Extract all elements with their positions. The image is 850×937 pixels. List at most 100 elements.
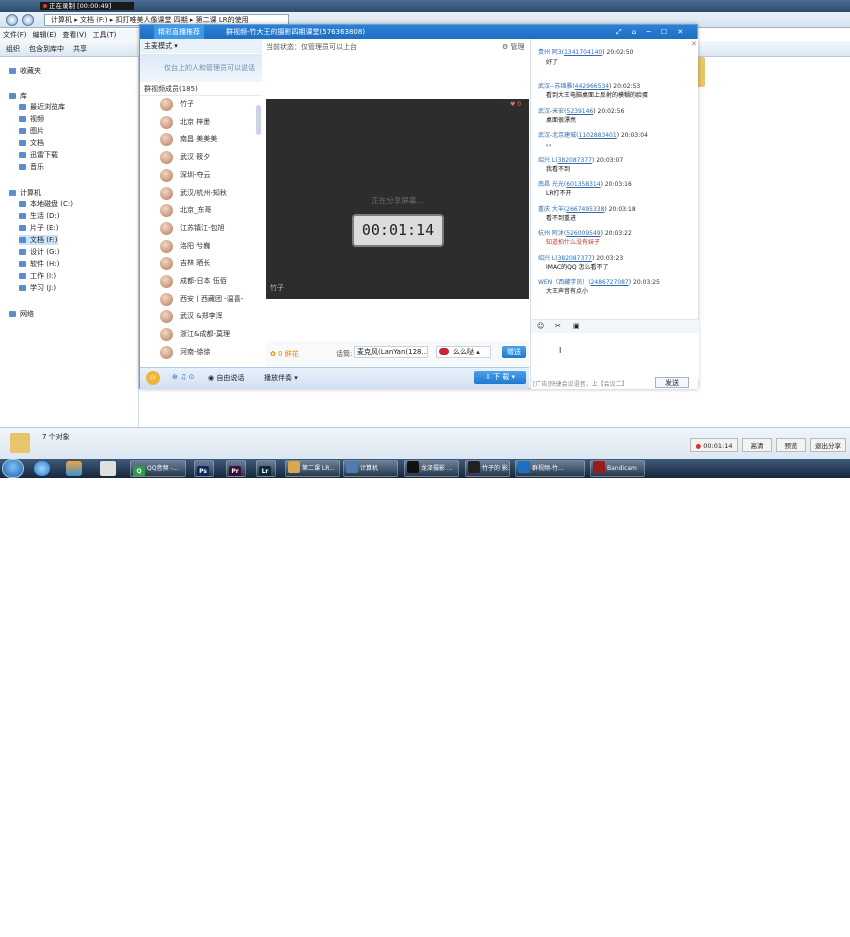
download-button[interactable]: ⇩ 下 载 ▾ xyxy=(474,371,526,384)
app-icon[interactable] xyxy=(66,461,82,476)
menu-file[interactable]: 文件(F) xyxy=(3,31,27,39)
scissors-icon[interactable]: ✂ xyxy=(555,322,561,330)
nav-item[interactable]: 本地磁盘 (C:) xyxy=(19,199,73,209)
member-item[interactable]: 武汉 筱夕 xyxy=(160,149,256,166)
nav-item[interactable]: 文档 xyxy=(19,138,44,148)
organize-button[interactable]: 组织 xyxy=(6,45,20,53)
chat-sender[interactable]: 武汉-米安(5239146) 20:02:56 xyxy=(538,107,699,116)
taskbar-item[interactable]: Ps xyxy=(194,460,214,477)
chat-input[interactable]: I xyxy=(531,333,699,379)
member-item[interactable]: 北京 梓墨 xyxy=(160,114,256,131)
nav-item[interactable]: 最近浏览库 xyxy=(19,102,65,112)
preview-button[interactable]: 预览 xyxy=(776,438,806,452)
free-talk-toggle[interactable]: ◉ 自由说话 xyxy=(208,373,244,383)
member-item[interactable]: 江苏镇江-包旭 xyxy=(160,220,256,237)
start-button[interactable] xyxy=(2,459,24,478)
include-library-button[interactable]: 包含到库中 xyxy=(29,45,64,53)
nav-item[interactable]: 文档 (F:) xyxy=(19,235,58,245)
nav-item[interactable]: 库 xyxy=(9,91,27,101)
nav-item[interactable]: 软件 (H:) xyxy=(19,259,59,269)
current-status-bar: 当前状态：仅管理员可以上台 ⚙ 管理 xyxy=(266,41,525,53)
cpu-temperature: 41°C CPU温度 xyxy=(710,919,735,934)
member-item[interactable]: 河南-徐徐 xyxy=(160,344,256,361)
audio-icons[interactable]: ⊕ ♫ ⊙ xyxy=(172,373,194,381)
taskbar-item[interactable]: 计算机 xyxy=(343,460,398,477)
hd-button[interactable]: 高清 xyxy=(742,438,772,452)
member-item[interactable]: 洛阳 兮巍 xyxy=(160,238,256,255)
chat-sender[interactable]: 绍兴 L(382087377) 20:03:23 xyxy=(538,254,699,263)
share-button[interactable]: 共享 xyxy=(73,45,87,53)
manage-button[interactable]: ⚙ 管理 xyxy=(502,41,525,53)
nav-item[interactable]: 收藏夹 xyxy=(9,66,41,76)
emoji-icon[interactable]: ☺ xyxy=(537,322,544,330)
send-button[interactable]: 发送 xyxy=(655,377,689,388)
menu-view[interactable]: 查看(V) xyxy=(62,31,86,39)
crumb-drive[interactable]: 文档 (F:) xyxy=(80,16,108,24)
taskbar-item[interactable]: 竹子的 影... xyxy=(465,460,510,477)
chat-sender[interactable]: 贵州 阿3(1341704140) 20:02:50 xyxy=(538,48,699,57)
taskbar-item[interactable]: Lr xyxy=(256,460,276,477)
nav-item[interactable]: 计算机 xyxy=(9,188,41,198)
member-item[interactable]: 武汉 &郑李浑 xyxy=(160,308,256,325)
chat-sender[interactable]: 绍兴 L(382087377) 20:03:07 xyxy=(538,156,699,165)
mode-selector[interactable]: 主麦模式 ▾ xyxy=(140,39,262,53)
member-item[interactable]: 北京_东哥 xyxy=(160,202,256,219)
back-button[interactable] xyxy=(6,14,18,26)
nav-item[interactable]: 片子 (E:) xyxy=(19,223,58,233)
exit-share-button[interactable]: 退出分享 xyxy=(810,438,846,452)
calculator-icon[interactable] xyxy=(100,461,116,476)
taskbar-item[interactable]: 龙泽摄影 ... xyxy=(404,460,459,477)
member-list-scrollbar[interactable] xyxy=(256,105,261,135)
nav-item[interactable]: 视频 xyxy=(19,114,44,124)
recording-indicator[interactable]: 正在录制 [00:00:49] xyxy=(40,2,134,10)
taskbar-item[interactable]: Q QQ音频 -... xyxy=(130,460,186,477)
nav-item[interactable]: 迅雷下载 xyxy=(19,150,58,160)
ie-icon[interactable] xyxy=(34,461,50,476)
chat-sender[interactable]: 南昌 光光(601358314) 20:03:16 xyxy=(538,180,699,189)
play-accompaniment-select[interactable]: 播放伴奏 ▾ xyxy=(264,373,298,383)
ad-hint[interactable]: [广告]快捷会议语音，上【会议二】 xyxy=(533,379,628,388)
nav-item[interactable]: 工作 (I:) xyxy=(19,271,56,281)
nav-folder-icon xyxy=(19,249,26,255)
chat-sender[interactable]: 武汉--苏绵雅(442966534) 20:02:53 xyxy=(538,82,699,91)
live-recommend-tab[interactable]: 精彩直播推荐 xyxy=(154,25,204,39)
chat-sender[interactable]: WEN（西藏学员）(2486727087) 20:03:25 xyxy=(538,278,699,287)
chat-sender[interactable]: 杭州 阿沐(526009549) 20:03:22 xyxy=(538,229,699,238)
nav-folder-icon xyxy=(19,273,26,279)
crumb-current[interactable]: 第二课 LR的使用 xyxy=(196,16,249,24)
clock[interactable]: 20:01 2017/7/7 xyxy=(800,919,827,935)
menu-edit[interactable]: 编辑(E) xyxy=(33,31,57,39)
flowers-count[interactable]: ✿ 0 鲜花 xyxy=(270,349,299,359)
member-item[interactable]: 深圳-夺云 xyxy=(160,167,256,184)
nav-item[interactable]: 生活 (D:) xyxy=(19,211,59,221)
taskbar-item[interactable]: 第二课 LR... xyxy=(285,460,340,477)
taskbar-item[interactable]: 群视频-竹... xyxy=(515,460,585,477)
taskbar-app-icon xyxy=(468,461,480,473)
crumb-computer[interactable]: 计算机 xyxy=(51,16,72,24)
nav-item[interactable]: 图片 xyxy=(19,126,44,136)
chat-sender[interactable]: 武汉-北京建城(1102883401) 20:03:04 xyxy=(538,131,699,140)
nav-item[interactable]: 网络 xyxy=(9,309,34,319)
image-icon[interactable]: ▣ xyxy=(573,322,580,330)
window-controls[interactable]: ⤢ ⌂ ─ ☐ ✕ xyxy=(616,25,687,39)
mic-device-select[interactable]: 麦克风(LanYan(128... ▴ xyxy=(354,346,428,358)
crumb-folder[interactable]: 扣打唯美人像课堂 四期 xyxy=(115,16,187,24)
member-item[interactable]: 西安丨西藏团 -温喜- xyxy=(160,291,256,308)
member-item[interactable]: 竹子 xyxy=(160,96,256,113)
member-item[interactable]: 成都-日本 伍佰 xyxy=(160,273,256,290)
member-item[interactable]: 吉林 晒长 xyxy=(160,255,256,272)
nav-item[interactable]: 学习 (J:) xyxy=(19,283,56,293)
member-item[interactable]: 武汉/杭州-知秋 xyxy=(160,185,256,202)
forward-button[interactable] xyxy=(22,14,34,26)
screen-share-view[interactable]: ♥ 0 正在分享屏幕... 00:01:14 竹子 xyxy=(266,99,529,299)
nav-item[interactable]: 设计 (G:) xyxy=(19,247,59,257)
chat-sender[interactable]: 重庆 大羊(2667495338) 20:03:18 xyxy=(538,205,699,214)
send-gift-button[interactable]: 赠送 xyxy=(502,346,526,358)
taskbar-item[interactable]: Pr xyxy=(226,460,246,477)
member-item[interactable]: 浙江&成都-莫理 xyxy=(160,326,256,343)
taskbar-item[interactable]: Bandicam xyxy=(590,460,645,477)
nav-item[interactable]: 音乐 xyxy=(19,162,44,172)
member-item[interactable]: 南昌 美美美 xyxy=(160,131,256,148)
menu-tools[interactable]: 工具(T) xyxy=(93,31,117,39)
chat-messages: 贵州 阿3(1341704140) 20:02:50 好了 武汉--苏绵雅(4429… xyxy=(531,39,699,319)
